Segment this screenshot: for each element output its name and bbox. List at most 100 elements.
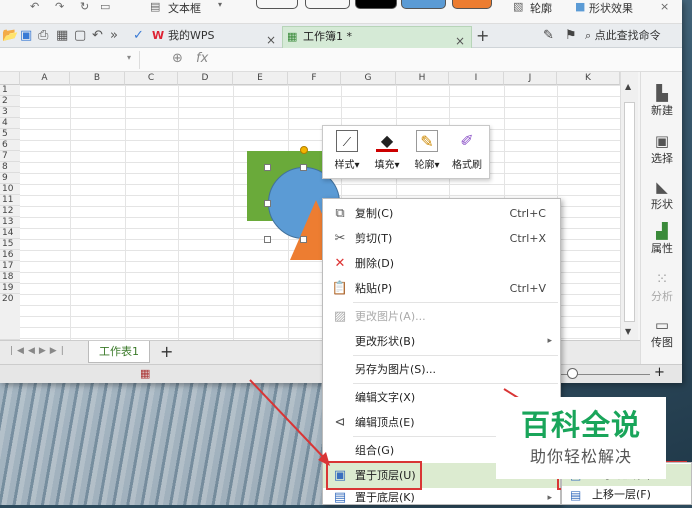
style-swatch-4[interactable] [401,0,446,9]
row-header[interactable]: 11 [0,195,20,206]
row-header[interactable]: 15 [0,239,20,250]
row-header[interactable]: 2 [0,96,20,107]
row-header[interactable]: 20 [0,294,20,340]
tab-my-wps[interactable]: W 我的WPS × [148,26,278,48]
row-header[interactable]: 14 [0,228,20,239]
row-header[interactable]: 13 [0,217,20,228]
col-header[interactable]: I [449,72,504,85]
row-header[interactable]: 17 [0,261,20,272]
print-icon[interactable]: ▦ [56,28,68,44]
add-sheet-button[interactable]: + [160,342,173,361]
menu-item-save-as-picture[interactable]: 另存为图片(S)... [323,357,560,382]
submenu-item-bring-forward[interactable]: ▤ 上移一层(F) [562,486,691,504]
row-header[interactable]: 7 [0,151,20,162]
sidebar-item-upload[interactable]: ▭ 传图 [641,316,683,350]
col-header[interactable]: K [557,72,620,85]
sidebar-item-properties[interactable]: ▟ 属性 [641,222,683,256]
repeat-icon[interactable]: ↻ [80,0,89,13]
col-header[interactable]: D [178,72,233,85]
redo-icon[interactable]: ↷ [55,0,64,13]
outline-button[interactable]: 轮廓 [530,0,552,16]
sidebar-item-analysis[interactable]: ⁙ 分析 [641,270,683,304]
fx-label[interactable]: fx [196,51,208,66]
scroll-up-icon[interactable]: ▲ [625,82,631,91]
style-swatch-1[interactable] [256,0,298,9]
row-header[interactable]: 9 [0,173,20,184]
skin-icon[interactable]: ✎ [543,28,554,44]
row-header[interactable]: 5 [0,129,20,140]
pin-icon[interactable]: ⚑ [565,28,577,44]
resize-handle[interactable] [300,236,307,243]
resize-handle[interactable] [264,236,271,243]
row-header[interactable]: 18 [0,272,20,283]
col-header[interactable]: J [504,72,557,85]
close-icon[interactable]: × [266,30,276,50]
col-header[interactable]: C [125,72,178,85]
zoom-slider-thumb[interactable] [567,368,578,379]
chevron-down-icon[interactable]: ▾ [127,53,131,62]
textbox-icon[interactable]: ▤ [150,0,160,13]
sidebar-item-new[interactable]: ▙ 新建 [641,84,683,118]
shape-effect-icon[interactable]: ■ [575,0,585,13]
row-header[interactable]: 1 [0,85,20,96]
menu-item-send-to-back[interactable]: ▤ 置于底层(K) ▸ [323,488,560,506]
shape-rect-icon[interactable]: ▭ [100,0,110,13]
more-icon[interactable]: » [110,28,118,44]
row-header[interactable]: 10 [0,184,20,195]
name-box[interactable]: ▾ [20,51,140,69]
row-header[interactable]: 8 [0,162,20,173]
sheet-tab-1[interactable]: 工作表1 [88,341,150,363]
vertical-scrollbar[interactable]: ▲ ▼ [620,72,638,342]
col-header[interactable]: A [20,72,70,85]
col-header[interactable]: F [288,72,341,85]
select-all-corner[interactable] [0,72,20,85]
row-header[interactable]: 16 [0,250,20,261]
row-header[interactable]: 4 [0,118,20,129]
col-header[interactable]: E [233,72,288,85]
col-header[interactable]: H [396,72,449,85]
resize-handle[interactable] [264,164,271,171]
menu-item-copy[interactable]: ⧉ 复制(C) Ctrl+C [323,201,560,226]
rotate-handle[interactable] [300,146,308,154]
close-icon[interactable]: × [660,0,669,13]
sheet-nav-arrows[interactable]: |◀◀▶▶| [10,346,68,356]
style-swatch-5[interactable] [452,0,492,9]
format-painter-button[interactable]: ✐ 格式刷 [447,130,487,171]
row-header[interactable]: 3 [0,107,20,118]
shape-effect-button[interactable]: 形状效果 [589,0,633,16]
col-header[interactable]: B [70,72,125,85]
style-swatch-2[interactable] [305,0,350,9]
sidebar-item-select[interactable]: ▣ 选择 [641,132,683,166]
scroll-down-icon[interactable]: ▼ [625,327,631,336]
new-tab-button[interactable]: + [476,28,489,44]
outline-button[interactable]: ✎ 轮廓▾ [407,130,447,171]
preview-icon[interactable]: ▢ [74,28,86,44]
menu-item-change-shape[interactable]: 更改形状(B) ▸ [323,329,560,354]
resize-handle[interactable] [264,200,271,207]
menu-item-cut[interactable]: ✂ 剪切(T) Ctrl+X [323,226,560,251]
outline-icon[interactable]: ▧ [513,0,523,13]
resize-handle[interactable] [300,164,307,171]
chevron-down-icon[interactable]: ▾ [218,0,222,9]
sidebar-item-shapes[interactable]: ◣ 形状 [641,178,683,212]
tab-workbook1[interactable]: ▦ 工作簿1 * × [282,26,472,48]
style-swatch-3[interactable] [355,0,397,9]
row-header[interactable]: 12 [0,206,20,217]
save-icon[interactable]: ▣ [20,28,32,44]
zoom-search-icon[interactable]: ⊕ [172,51,183,66]
menu-item-change-picture[interactable]: ▨ 更改图片(A)... [323,304,560,329]
zoom-in-button[interactable]: + [654,365,665,380]
menu-item-delete[interactable]: ✕ 删除(D) [323,251,560,276]
undo-icon[interactable]: ↶ [30,0,39,13]
menu-item-paste[interactable]: 📋 粘贴(P) Ctrl+V [323,276,560,301]
row-header[interactable]: 6 [0,140,20,151]
fill-button[interactable]: ◆ 填充▾ [367,130,407,171]
col-header[interactable]: G [341,72,396,85]
row-header[interactable]: 19 [0,283,20,294]
search-command[interactable]: ⌕ 点此查找命令 [585,27,682,45]
undo-icon[interactable]: ↶ [92,28,103,44]
textbox-button[interactable]: 文本框 [168,0,201,16]
scroll-thumb[interactable] [624,102,635,322]
folder-icon[interactable]: 📂 [2,28,18,44]
style-button[interactable]: ⟋ 样式▾ [327,130,367,171]
